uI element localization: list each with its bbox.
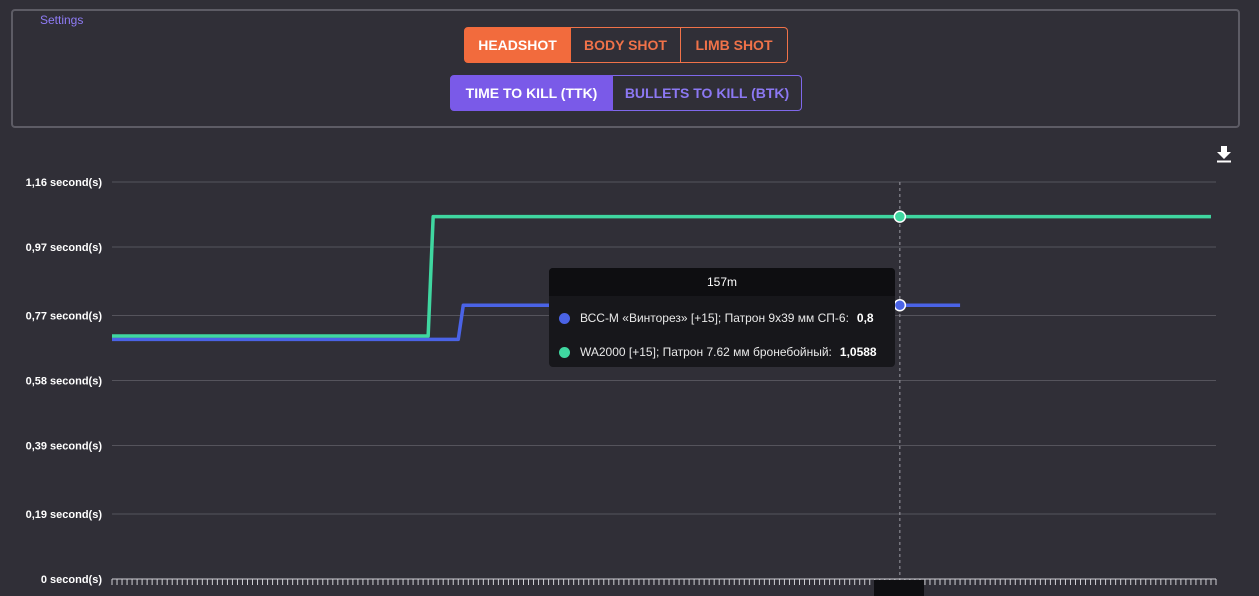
hover-point [893, 210, 907, 223]
y-tick-label: 1,16 second(s) [26, 177, 103, 189]
tooltip-value: 1,0588 [839, 345, 877, 359]
tooltip-row: WA2000 [+15]; Патрон 7.62 мм бронебойный… [549, 335, 895, 369]
tooltip-value: 0,8 [856, 311, 874, 325]
tooltip-label: WA2000 [+15]; Патрон 7.62 мм бронебойный… [580, 345, 832, 359]
tooltip-label: ВСС-М «Винторез» [+15]; Патрон 9х39 мм С… [580, 311, 849, 325]
series-dot-icon [559, 346, 570, 358]
tooltip-row: ВСС-М «Винторез» [+15]; Патрон 9х39 мм С… [549, 301, 895, 335]
hover-point [893, 298, 907, 312]
chart-tooltip: 157m ВСС-М «Винторез» [+15]; Патрон 9х39… [549, 268, 895, 367]
y-tick-label: 0,19 second(s) [26, 509, 103, 521]
x-axis-hover-flag [874, 580, 924, 596]
y-tick-label: 0,39 second(s) [26, 441, 103, 453]
y-tick-label: 0,97 second(s) [26, 242, 103, 254]
tooltip-header: 157m [549, 268, 895, 296]
y-tick-label: 0,58 second(s) [26, 376, 103, 388]
y-tick-label: 0,77 second(s) [26, 310, 103, 322]
y-tick-label: 0 second(s) [41, 574, 102, 586]
series-dot-icon [559, 312, 570, 324]
